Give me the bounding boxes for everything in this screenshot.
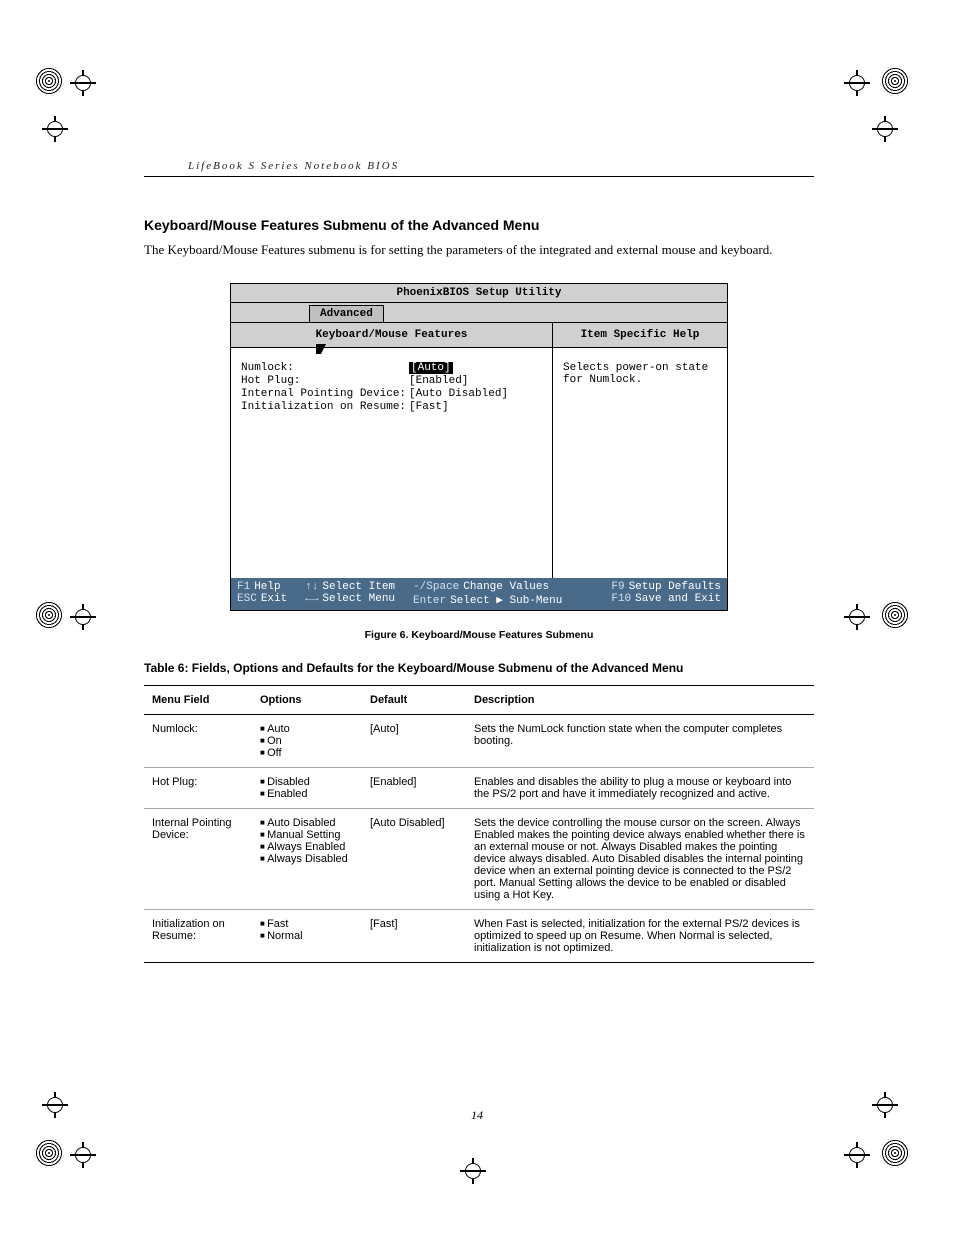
bios-tab-advanced: Advanced — [309, 305, 384, 322]
table-row: Initialization on Resume: Fast Normal[Fa… — [144, 909, 814, 962]
print-mark — [880, 66, 920, 106]
print-crosshair — [70, 70, 110, 110]
bios-row-numlock: Numlock: [Auto] — [241, 362, 542, 374]
print-crosshair — [844, 604, 884, 644]
bios-label: Initialization on Resume: — [241, 401, 409, 413]
option-item: Auto Disabled — [260, 817, 354, 829]
print-crosshair — [70, 604, 110, 644]
col-options: Options — [252, 685, 362, 714]
cell-options: Disabled Enabled — [252, 767, 362, 808]
bios-label: Hot Plug: — [241, 375, 409, 387]
option-item: Auto — [260, 723, 354, 735]
option-item: Always Disabled — [260, 853, 354, 865]
cell-description: Enables and disables the ability to plug… — [466, 767, 814, 808]
bios-title: PhoenixBIOS Setup Utility — [231, 284, 727, 303]
col-menu-field: Menu Field — [144, 685, 252, 714]
option-item: On — [260, 735, 354, 747]
bios-value-selected: [Auto] — [409, 362, 453, 374]
leftright-label: Select Menu — [322, 593, 395, 605]
print-mark — [880, 1138, 920, 1178]
print-mark — [34, 600, 74, 640]
cell-field: Internal Pointing Device: — [144, 808, 252, 909]
bios-value: [Auto Disabled] — [409, 388, 508, 400]
intro-paragraph: The Keyboard/Mouse Features submenu is f… — [144, 241, 814, 259]
bios-row-init: Initialization on Resume: [Fast] — [241, 401, 542, 413]
page-number: 14 — [0, 1108, 954, 1123]
cell-options: Auto Disabled Manual Setting Always Enab… — [252, 808, 362, 909]
leftright-key: ←→ — [305, 593, 318, 605]
table-header-row: Menu Field Options Default Description — [144, 685, 814, 714]
f1-key: F1 — [237, 581, 250, 593]
bios-row-hotplug: Hot Plug: [Enabled] — [241, 375, 542, 387]
f9-label: Setup Defaults — [629, 581, 721, 593]
col-description: Description — [466, 685, 814, 714]
running-header: LifeBook S Series Notebook BIOS — [144, 160, 814, 177]
table-row: Internal Pointing Device: Auto Disabled … — [144, 808, 814, 909]
cell-description: When Fast is selected, initialization fo… — [466, 909, 814, 962]
cell-field: Initialization on Resume: — [144, 909, 252, 962]
updown-label: Select Item — [322, 581, 395, 593]
print-crosshair — [42, 116, 82, 156]
spec-table: Menu Field Options Default Description N… — [144, 685, 814, 963]
bios-footer: F1 Help ESC Exit ↑↓ Select Item ←→ Select Me… — [231, 578, 727, 610]
print-crosshair — [844, 1142, 884, 1182]
f1-label: Help — [254, 581, 280, 593]
minusspace-label: Change Values — [463, 581, 549, 593]
cell-default: [Enabled] — [362, 767, 466, 808]
esc-key: ESC — [237, 593, 257, 605]
bios-label: Numlock: — [241, 362, 409, 374]
cell-field: Numlock: — [144, 714, 252, 767]
cell-field: Hot Plug: — [144, 767, 252, 808]
bios-screenshot: PhoenixBIOS Setup Utility Advanced Keybo… — [230, 283, 728, 611]
enter-key: Enter — [413, 595, 446, 607]
minusspace-key: -/Space — [413, 581, 459, 593]
f9-key: F9 — [611, 581, 624, 593]
cell-description: Sets the device controlling the mouse cu… — [466, 808, 814, 909]
bios-value: [Fast] — [409, 401, 449, 413]
option-item: Always Enabled — [260, 841, 354, 853]
cell-default: [Auto] — [362, 714, 466, 767]
print-mark — [34, 1138, 74, 1178]
print-mark — [34, 66, 74, 106]
section-title: Keyboard/Mouse Features Submenu of the A… — [144, 217, 814, 233]
cell-default: [Auto Disabled] — [362, 808, 466, 909]
option-item: Disabled — [260, 776, 354, 788]
bios-help-pane: Selects power-on state for Numlock. — [553, 348, 727, 578]
bios-tab-row: Advanced — [231, 303, 727, 323]
cell-default: [Fast] — [362, 909, 466, 962]
cell-description: Sets the NumLock function state when the… — [466, 714, 814, 767]
print-mark — [880, 600, 920, 640]
bios-left-header: Keyboard/Mouse Features — [231, 323, 553, 348]
bios-label: Internal Pointing Device: — [241, 388, 409, 400]
print-crosshair — [872, 116, 912, 156]
print-crosshair — [70, 1142, 110, 1182]
print-crosshair — [460, 1158, 500, 1198]
f10-label: Save and Exit — [635, 593, 721, 605]
option-item: Enabled — [260, 788, 354, 800]
table-row: Hot Plug: Disabled Enabled[Enabled]Enabl… — [144, 767, 814, 808]
f10-key: F10 — [611, 593, 631, 605]
esc-label: Exit — [261, 593, 287, 605]
option-item: Off — [260, 747, 354, 759]
bios-row-pointing: Internal Pointing Device: [Auto Disabled… — [241, 388, 542, 400]
cell-options: Fast Normal — [252, 909, 362, 962]
option-item: Manual Setting — [260, 829, 354, 841]
header-wedge-icon — [316, 344, 326, 354]
bios-settings-pane: Numlock: [Auto] Hot Plug: [Enabled] Inte… — [231, 348, 553, 578]
bios-value: [Enabled] — [409, 375, 468, 387]
option-item: Fast — [260, 918, 354, 930]
col-default: Default — [362, 685, 466, 714]
option-item: Normal — [260, 930, 354, 942]
table-caption: Table 6: Fields, Options and Defaults fo… — [144, 661, 814, 675]
cell-options: Auto On Off — [252, 714, 362, 767]
figure-caption: Figure 6. Keyboard/Mouse Features Submen… — [144, 629, 814, 641]
updown-key: ↑↓ — [305, 581, 318, 593]
print-crosshair — [844, 70, 884, 110]
enter-label: Select ▶ Sub-Menu — [450, 595, 562, 607]
table-row: Numlock: Auto On Off[Auto]Sets the NumLo… — [144, 714, 814, 767]
bios-right-header: Item Specific Help — [553, 323, 727, 348]
